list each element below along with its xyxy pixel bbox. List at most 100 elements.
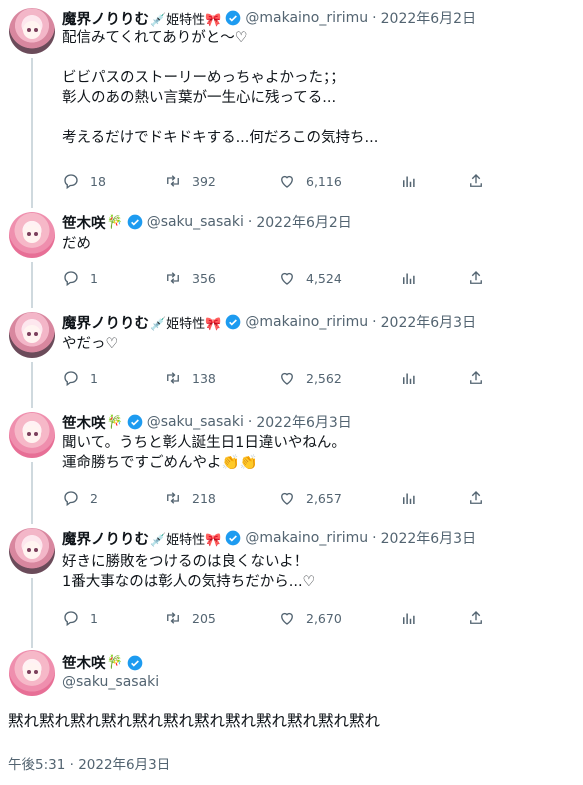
tweet[interactable]: 笹木咲 🎋 @saku_sasaki · 2022年6月3日 聞いて。うちと彰人…: [0, 412, 583, 512]
author-handle[interactable]: @saku_sasaki: [147, 414, 244, 430]
author-name[interactable]: 魔界ノりりむ: [62, 528, 149, 549]
retweet-button[interactable]: 138: [164, 369, 216, 387]
reply-button[interactable]: 18: [62, 172, 106, 190]
tweet-date[interactable]: 2022年6月2日: [381, 8, 476, 28]
share-icon: [470, 611, 482, 624]
heart-icon: [281, 272, 293, 285]
avatar[interactable]: [9, 312, 55, 358]
analytics-button[interactable]: [400, 609, 418, 627]
retweet-button[interactable]: 218: [164, 489, 216, 507]
focus-author-row: 笹木咲 🎋: [62, 652, 143, 673]
name-emoji: 🎋: [106, 414, 123, 430]
tweet-text: 黙れ黙れ黙れ黙れ黙れ黙れ黙れ黙れ黙れ黙れ黙れ黙れ: [8, 712, 381, 730]
share-button[interactable]: [467, 269, 485, 287]
avatar[interactable]: [9, 412, 55, 458]
tweet-text: 好きに勝敗をつけるのは良くないよ！ 1番大事なのは彰人の気持ちだから...♡: [62, 554, 316, 590]
like-button[interactable]: 2,670: [278, 609, 342, 627]
avatar[interactable]: [9, 8, 55, 54]
author-name[interactable]: 笹木咲: [62, 412, 106, 433]
heart-icon: [281, 492, 293, 505]
author-name[interactable]: 魔界ノりりむ: [62, 312, 149, 333]
tweet[interactable]: 魔界ノりりむ 💉姫特性🎀 @makaino_ririmu · 2022年6月3日…: [0, 312, 583, 392]
analytics-icon: [403, 273, 415, 284]
name-emoji: 🎋: [106, 214, 123, 230]
share-button[interactable]: [467, 172, 485, 190]
tweet-text: 聞いて。うちと彰人誕生日1日違いやねん。 運命勝ちですごめんやよ👏👏: [62, 435, 346, 471]
like-button[interactable]: 2,657: [278, 489, 342, 507]
analytics-icon: [403, 373, 415, 384]
tweet-text: 配信みてくれてありがと～♡ ビビパスのストーリーめっちゃよかった；； 彰人のあの…: [62, 30, 379, 146]
analytics-icon: [403, 493, 415, 504]
analytics-icon: [403, 613, 415, 624]
verified-badge-icon: [226, 530, 241, 546]
reply-icon: [64, 271, 78, 287]
share-icon: [470, 271, 482, 284]
tweet-date[interactable]: 2022年6月3日: [381, 528, 476, 548]
reply-button[interactable]: 1: [62, 609, 98, 627]
name-emoji: 🎋: [106, 655, 123, 670]
reply-icon: [64, 491, 78, 507]
tweet-timestamp[interactable]: 午後5:31 · 2022年6月3日: [8, 753, 170, 773]
name-emoji: 💉姫特性🎀: [150, 316, 222, 332]
reply-icon: [64, 174, 78, 190]
verified-badge-icon: [226, 314, 241, 330]
tweet[interactable]: 魔界ノりりむ 💉姫特性🎀 @makaino_ririmu · 2022年6月3日…: [0, 528, 583, 628]
retweet-button[interactable]: 205: [164, 609, 216, 627]
analytics-button[interactable]: [400, 269, 418, 287]
author-handle[interactable]: @makaino_ririmu: [245, 314, 368, 330]
tweet-actions: 1 205 2,670: [62, 609, 572, 629]
tweet-header: 魔界ノりりむ 💉姫特性🎀 @makaino_ririmu · 2022年6月3日: [62, 528, 476, 548]
tweet[interactable]: 笹木咲 🎋 @saku_sasaki · 2022年6月2日 だめ 1 356 …: [0, 212, 583, 292]
share-icon: [470, 371, 482, 384]
share-button[interactable]: [467, 609, 485, 627]
verified-badge-icon: [226, 10, 241, 26]
retweet-button[interactable]: 356: [164, 269, 216, 287]
retweet-button[interactable]: 392: [164, 172, 216, 190]
verified-badge-icon: [127, 214, 143, 230]
author-handle[interactable]: @makaino_ririmu: [245, 10, 368, 26]
tweet-text: だめ: [62, 236, 91, 252]
reply-icon: [64, 371, 78, 387]
reply-button[interactable]: 1: [62, 369, 98, 387]
author-handle[interactable]: @saku_sasaki: [62, 674, 159, 690]
tweet-header: 笹木咲 🎋 @saku_sasaki · 2022年6月2日: [62, 212, 352, 232]
avatar[interactable]: [9, 528, 55, 574]
like-button[interactable]: 4,524: [278, 269, 342, 287]
analytics-button[interactable]: [400, 489, 418, 507]
avatar[interactable]: [9, 212, 55, 258]
tweet-text: やだっ♡: [62, 336, 119, 352]
analytics-button[interactable]: [400, 369, 418, 387]
verified-badge-icon: [127, 655, 143, 670]
analytics-icon: [403, 176, 415, 187]
tweet[interactable]: 魔界ノりりむ 💉姫特性🎀 @makaino_ririmu · 2022年6月2日…: [0, 8, 583, 198]
author-handle[interactable]: @saku_sasaki: [147, 214, 244, 230]
tweet-actions: 1 356 4,524: [62, 269, 572, 289]
share-button[interactable]: [467, 369, 485, 387]
tweet-actions: 1 138 2,562: [62, 369, 572, 389]
avatar[interactable]: [9, 650, 55, 696]
reply-button[interactable]: 2: [62, 489, 98, 507]
author-name[interactable]: 笹木咲: [62, 212, 106, 233]
share-icon: [470, 491, 482, 504]
heart-icon: [281, 612, 293, 625]
share-button[interactable]: [467, 489, 485, 507]
author-name[interactable]: 笹木咲: [62, 652, 106, 673]
tweet-header: 魔界ノりりむ 💉姫特性🎀 @makaino_ririmu · 2022年6月2日: [62, 8, 476, 28]
tweet-date[interactable]: 2022年6月2日: [256, 212, 351, 232]
tweet-date[interactable]: 2022年6月3日: [256, 412, 351, 432]
author-handle[interactable]: @makaino_ririmu: [245, 530, 368, 546]
reply-icon: [64, 611, 78, 627]
tweet-header: 笹木咲 🎋 @saku_sasaki · 2022年6月3日: [62, 412, 352, 432]
verified-badge-icon: [127, 414, 143, 430]
author-name[interactable]: 魔界ノりりむ: [62, 8, 149, 29]
retweet-icon: [167, 372, 179, 384]
tweet-header: 魔界ノりりむ 💉姫特性🎀 @makaino_ririmu · 2022年6月3日: [62, 312, 476, 332]
tweet-date[interactable]: 2022年6月3日: [381, 312, 476, 332]
heart-icon: [281, 175, 293, 188]
name-emoji: 💉姫特性🎀: [150, 532, 222, 548]
reply-button[interactable]: 1: [62, 269, 98, 287]
heart-icon: [281, 372, 293, 385]
analytics-button[interactable]: [400, 172, 418, 190]
like-button[interactable]: 2,562: [278, 369, 342, 387]
like-button[interactable]: 6,116: [278, 172, 342, 190]
